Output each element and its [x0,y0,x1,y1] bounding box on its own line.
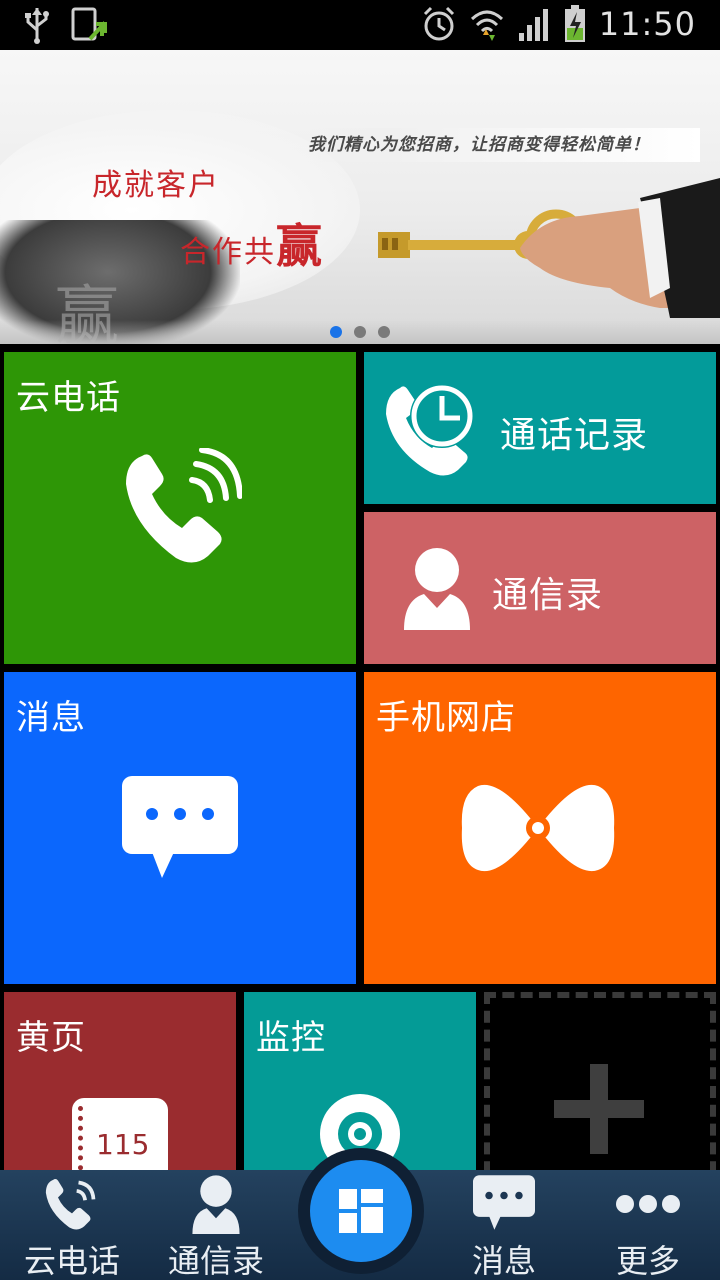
plus-icon [554,1064,644,1154]
promo-banner[interactable]: 赢 我们精心为您招商，让招商变得轻松简单！ 成就客户 合作共赢 [0,50,720,344]
phone-clock-icon [386,384,474,476]
tile-contacts-label: 通信录 [492,575,604,616]
grid-icon [339,1189,383,1233]
hand-icon [520,178,720,318]
chat-bubble-icon [122,776,238,878]
screenshot-icon [71,7,107,41]
status-bar: 11:50 [0,0,720,50]
tile-messages-label: 消息 [16,698,86,738]
tile-yellow-pages[interactable]: 黄页 115 [4,992,236,1192]
nav-label-messages: 消息 [471,1242,536,1280]
battery-charging-icon [564,5,585,42]
tile-mobile-shop-label: 手机网店 [376,698,516,738]
status-bar-right: 11:50 [421,4,696,44]
phone-waves-icon [126,448,242,563]
nav-item-cloud-phone[interactable]: 云电话 [0,1170,144,1280]
nav-label-contacts: 通信录 [167,1242,264,1280]
center-home-button[interactable] [298,1148,424,1274]
chat-bubble-icon [473,1175,535,1230]
banner-title-line1: 成就客户 [92,168,220,203]
tile-cloud-phone[interactable]: 云电话 [4,352,356,664]
nav-item-contacts[interactable]: 通信录 [144,1170,288,1280]
banner-slogan: 我们精心为您招商，让招商变得轻松简单！ [308,135,650,155]
tile-contacts[interactable]: 通信录 [364,512,716,664]
tile-add[interactable] [484,992,716,1192]
signal-icon [518,9,548,41]
notebook-badge: 115 [96,1128,150,1161]
tile-yellow-pages-label: 黄页 [16,1018,86,1058]
person-icon [404,548,470,630]
status-time: 11:50 [598,5,696,43]
tile-cloud-phone-label: 云电话 [16,378,121,418]
phone-waves-icon [45,1178,96,1230]
banner-title-line2-big: 赢 [276,219,324,273]
banner-title-line2-prefix: 合作共 [180,235,276,270]
nav-label-more: 更多 [615,1242,680,1280]
more-dots-icon [616,1195,680,1213]
center-home-button-inner [310,1160,412,1262]
wifi-icon [470,10,503,41]
tile-call-log[interactable]: 通话记录 [364,352,716,504]
carousel-dot-1[interactable] [330,326,342,338]
alarm-icon [423,6,454,41]
carousel-dot-3[interactable] [378,326,390,338]
bow-tie-icon [461,784,615,872]
nav-item-more[interactable]: 更多 [576,1170,720,1280]
tile-messages[interactable]: 消息 [4,672,356,984]
carousel-indicator[interactable] [330,326,390,338]
carousel-dot-2[interactable] [354,326,366,338]
tile-call-log-label: 通话记录 [500,415,649,456]
nav-item-messages[interactable]: 消息 [432,1170,576,1280]
nav-label-cloud-phone: 云电话 [23,1242,120,1280]
tile-monitor-label: 监控 [256,1018,326,1058]
status-bar-left [22,6,108,44]
banner-title-line2: 合作共赢 [180,210,324,276]
tile-mobile-shop[interactable]: 手机网店 [364,672,716,984]
usb-icon [25,8,49,44]
person-icon [192,1175,240,1234]
